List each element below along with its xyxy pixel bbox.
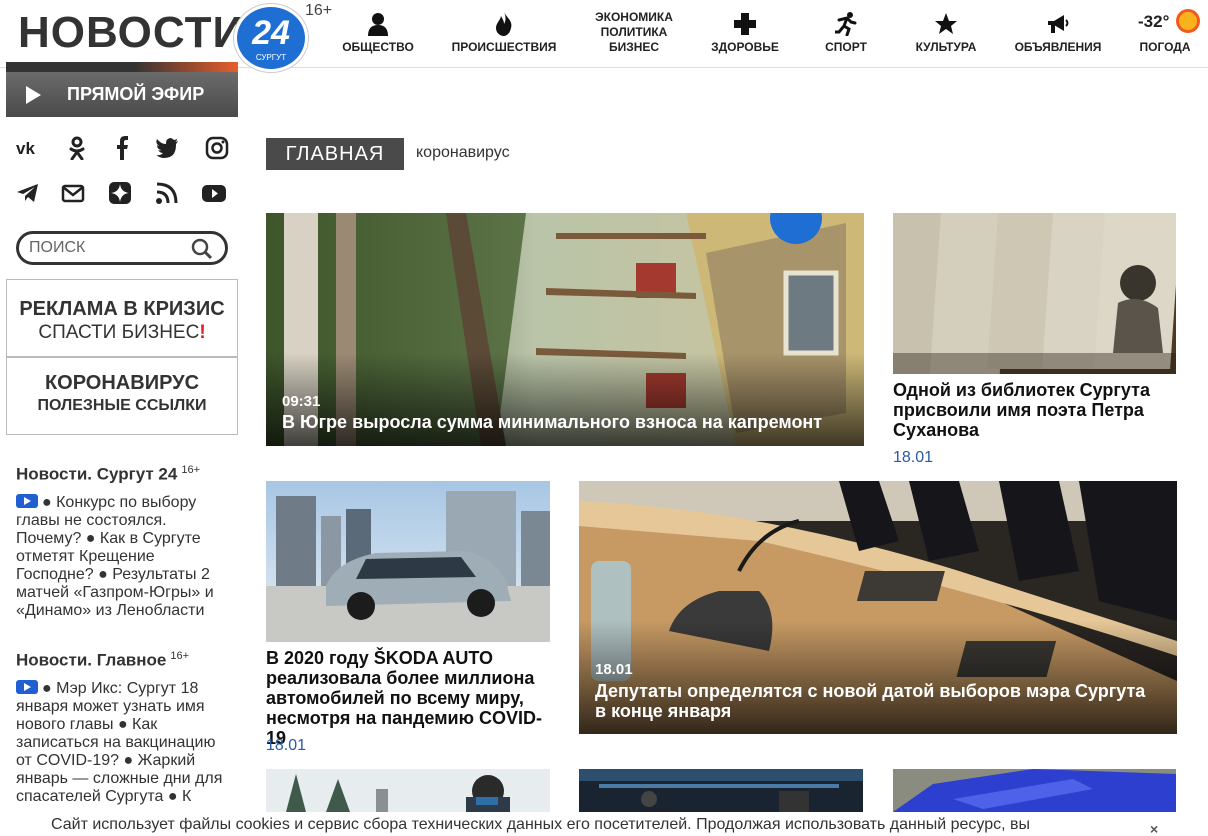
svg-text:24: 24 [786, 213, 806, 215]
feed-title-surgut24[interactable]: Новости. Сургут 24 16+ [16, 464, 200, 485]
live-stream-button[interactable]: ПРЯМОЙ ЭФИР [6, 72, 238, 117]
rss-icon[interactable] [153, 179, 181, 207]
mail-icon[interactable] [59, 179, 87, 207]
article-image [893, 213, 1176, 374]
feed-text-surgut24[interactable]: ● Конкурс по выбору главы не состоялся. … [16, 494, 228, 620]
promo-title: РЕКЛАМА В КРИЗИС [19, 298, 225, 320]
exclamation-mark: ! [199, 322, 206, 343]
star-icon [935, 13, 957, 34]
search-input[interactable] [29, 234, 189, 262]
article-title-skoda[interactable]: В 2020 году ŠKODA AUTO реализовала более… [266, 648, 556, 748]
fire-icon [496, 12, 512, 36]
article-image-books[interactable] [893, 213, 1176, 374]
article-image [579, 769, 863, 812]
feed-text-main[interactable]: ● Мэр Икс: Сургут 18 января может узнать… [16, 680, 228, 810]
youtube-icon[interactable] [200, 179, 228, 207]
feed-title-text: Новости. Сургут 24 [16, 464, 178, 484]
cross-icon [734, 13, 756, 35]
cookie-banner: Сайт использует файлы cookies и сервис с… [0, 812, 1208, 836]
article-image-skoda[interactable] [266, 481, 550, 642]
nav-label: КУЛЬТУРА [915, 40, 977, 54]
article-date: 18.01 [893, 449, 934, 466]
live-label: ПРЯМОЙ ЭФИР [67, 84, 205, 104]
article-image-bottom-1[interactable] [266, 769, 550, 812]
nav-incidents[interactable]: ПРОИСШЕСТВИЯ [446, 0, 562, 66]
nav-sport[interactable]: СПОРТ [816, 0, 876, 66]
logo-city: СУРГУТ [255, 53, 287, 62]
close-icon[interactable]: × [1150, 816, 1158, 836]
odnoklassniki-icon[interactable] [63, 134, 91, 162]
yandex-zen-icon[interactable] [106, 179, 134, 207]
facebook-icon[interactable] [108, 134, 136, 162]
promo-subtitle: ПОЛЕЗНЫЕ ССЫЛКИ [37, 397, 207, 414]
promo-coronavirus[interactable]: КОРОНАВИРУС ПОЛЕЗНЫЕ ССЫЛКИ [6, 357, 238, 435]
runner-icon [835, 12, 857, 36]
promo-title: КОРОНАВИРУС [44, 372, 200, 394]
twitter-icon[interactable] [153, 134, 181, 162]
nav-health[interactable]: ЗДОРОВЬЕ [706, 0, 784, 66]
logo-badge[interactable]: 24 СУРГУТ [234, 4, 308, 72]
article-time: 09:31 [282, 393, 321, 410]
feed-age: 16+ [170, 650, 189, 662]
search-box [16, 231, 228, 265]
nav-ads[interactable]: ОБЪЯВЛЕНИЯ [1010, 0, 1106, 66]
play-icon [26, 85, 41, 104]
feed-text-body: ● Мэр Икс: Сургут 18 января может узнать… [16, 680, 223, 805]
nav-economy-label: ЭКОНОМИКА [595, 10, 673, 24]
article-title-library[interactable]: Одной из библиотек Сургута присвоили имя… [893, 380, 1176, 440]
megaphone-icon [1048, 15, 1069, 33]
nav-label: ОБЩЕСТВО [342, 40, 414, 54]
feed-title-text: Новости. Главное [16, 650, 167, 670]
svg-text:vk: vk [16, 139, 35, 158]
telegram-icon[interactable] [14, 179, 42, 207]
cookie-text: Сайт использует файлы cookies и сервис с… [51, 816, 1030, 833]
vk-icon[interactable]: vk [14, 134, 42, 162]
page: НОВОСТИ 24 СУРГУТ 16+ ОБЩЕСТВО ПРОИСШЕСТ… [0, 0, 1208, 836]
breadcrumb-tag[interactable]: коронавирус [416, 144, 510, 162]
person-icon [368, 13, 388, 36]
nav-label: ЗДОРОВЬЕ [711, 40, 779, 54]
article-image-bottom-3[interactable] [893, 769, 1176, 812]
promo-subtitle-text: СПАСТИ БИЗНЕС [38, 322, 200, 343]
promo-subtitle: СПАСТИ БИЗНЕС! [7, 321, 237, 345]
nav-culture[interactable]: КУЛЬТУРА [906, 0, 986, 66]
search-icon[interactable] [191, 238, 213, 260]
logo-underline [6, 62, 238, 72]
article-date: 18.01 [266, 737, 307, 754]
video-icon [16, 680, 38, 694]
article-title: В Югре выросла сумма минимального взноса… [282, 412, 823, 432]
feed-text-body: ● Конкурс по выбору главы не состоялся. … [16, 494, 214, 619]
article-image [266, 481, 550, 642]
nav-politics-label: ПОЛИТИКА [600, 25, 668, 39]
article-card-capital-repair[interactable]: 24 09:31 В Югре выросла сумма минимально… [266, 213, 864, 446]
nav-society[interactable]: ОБЩЕСТВО [340, 0, 416, 66]
nav-label: СПОРТ [825, 40, 867, 54]
nav-label: ПРОИСШЕСТВИЯ [451, 40, 557, 54]
article-image [266, 769, 550, 812]
article-date: 18.01 [595, 661, 633, 678]
article-image [893, 769, 1176, 812]
nav-label: ПОГОДА [1139, 40, 1191, 54]
nav-weather[interactable]: ПОГОДА [1130, 0, 1200, 66]
breadcrumb-home[interactable]: ГЛАВНАЯ [266, 138, 404, 170]
instagram-icon[interactable] [203, 134, 231, 162]
site-header: НОВОСТИ 24 СУРГУТ 16+ ОБЩЕСТВО ПРОИСШЕСТ… [0, 0, 1208, 72]
nav-label: ОБЪЯВЛЕНИЯ [1014, 40, 1102, 54]
video-icon [16, 494, 38, 508]
feed-age: 16+ [181, 464, 200, 476]
nav-business-label: БИЗНЕС [608, 40, 660, 54]
article-image-bottom-2[interactable] [579, 769, 863, 812]
age-rating: 16+ [305, 2, 333, 19]
article-card-deputies[interactable]: 18.01 Депутаты определятся с новой датой… [579, 481, 1177, 734]
logo-text[interactable]: НОВОСТИ [18, 8, 245, 58]
logo-number: 24 [252, 14, 290, 52]
feed-title-main[interactable]: Новости. Главное 16+ [16, 650, 189, 671]
nav-economy[interactable]: ЭКОНОМИКА ПОЛИТИКА БИЗНЕС [590, 10, 678, 55]
promo-crisis-ads[interactable]: РЕКЛАМА В КРИЗИС СПАСТИ БИЗНЕС! [6, 279, 238, 357]
article-title: Депутаты определятся с новой датой выбор… [595, 681, 1146, 721]
